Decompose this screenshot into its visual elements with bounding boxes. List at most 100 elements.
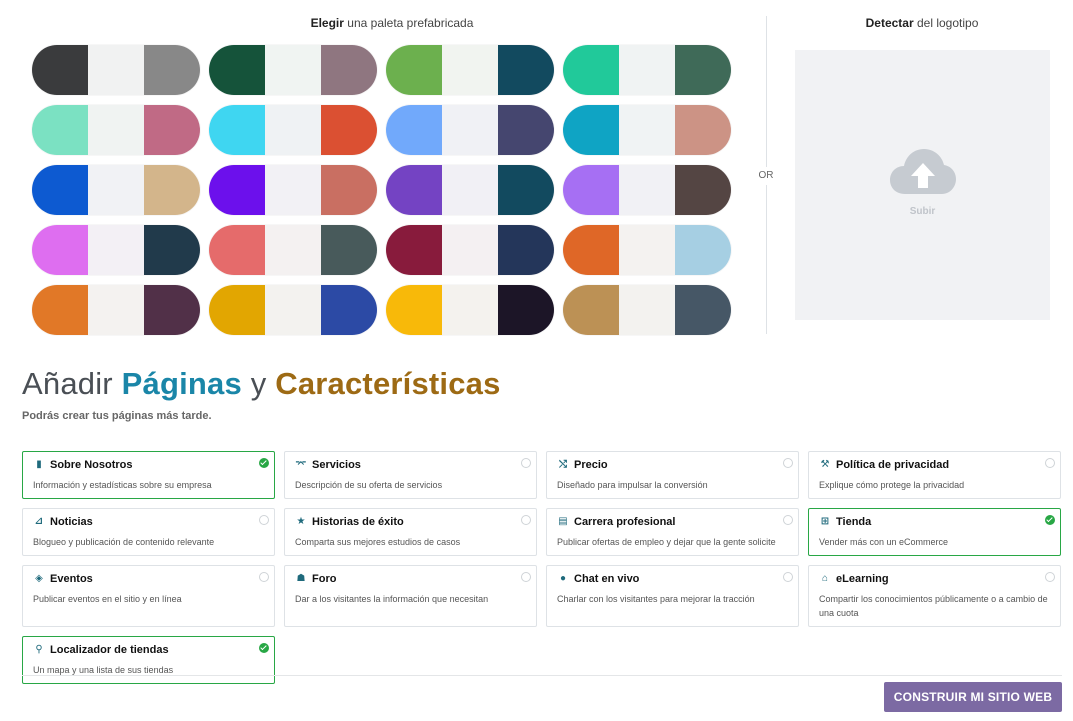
palette-option[interactable] xyxy=(386,285,554,335)
feature-card[interactable]: ● Chat en vivo Charlar con los visitantes … xyxy=(546,565,799,627)
feature-card-description: Charlar con los visitantes para mejorar … xyxy=(557,594,755,604)
feature-card-header: ● Chat en vivo xyxy=(557,572,788,586)
logo-upload-dropzone[interactable]: Subir xyxy=(795,50,1050,320)
build-website-button[interactable]: CONSTRUIR MI SITIO WEB xyxy=(884,682,1062,712)
feature-card[interactable]: ⚒ Política de privacidad Explique cómo pro… xyxy=(808,451,1061,499)
palette-option[interactable] xyxy=(209,165,377,215)
feature-card[interactable]: ⌤ Servicios Descripción de su oferta de se… xyxy=(284,451,537,499)
palette-swatch xyxy=(144,105,200,155)
map-marker-icon: ⚲ xyxy=(35,644,43,655)
circle-icon xyxy=(259,515,269,525)
feature-card-description: Comparta sus mejores estudios de casos xyxy=(295,537,461,547)
palette-option[interactable] xyxy=(386,105,554,155)
palette-option[interactable] xyxy=(209,45,377,95)
palette-swatch xyxy=(563,165,619,215)
circle-icon xyxy=(783,515,793,525)
palette-option[interactable] xyxy=(32,225,200,275)
palette-swatch xyxy=(209,225,265,275)
logo-section-title: Detectar del logotipo xyxy=(785,16,1059,30)
feature-card[interactable]: ⚲ Localizador de tiendas Un mapa y una lis… xyxy=(22,636,275,684)
palette-option[interactable] xyxy=(386,165,554,215)
features-title: Añadir Páginas y Características xyxy=(22,366,501,402)
palette-option[interactable] xyxy=(32,45,200,95)
shopping-cart-icon: ⊞ xyxy=(820,516,830,527)
feature-card-header: ▮ Sobre Nosotros xyxy=(33,458,264,472)
palette-swatch xyxy=(619,285,675,335)
palette-swatch xyxy=(442,105,498,155)
feature-card-title: Historias de éxito xyxy=(312,516,404,528)
feature-card[interactable]: ▮ Sobre Nosotros Información y estadística… xyxy=(22,451,275,499)
circle-icon xyxy=(521,572,531,582)
graduation-cap-icon: ⌂ xyxy=(821,573,829,584)
feature-card[interactable]: ⤭ Precio Diseñado para impulsar la convers… xyxy=(546,451,799,499)
feature-card-description: Compartir los conocimientos públicamente… xyxy=(819,594,1048,618)
feature-card-header: ☗ Foro xyxy=(295,572,526,586)
features-title-pages: Páginas xyxy=(121,366,242,401)
palette-swatch xyxy=(144,285,200,335)
feature-card-header: ★ Historias de éxito xyxy=(295,515,526,529)
palette-section-title: Elegir una paleta prefabricada xyxy=(22,16,762,30)
palette-swatch xyxy=(386,105,442,155)
feature-card[interactable]: ⊿ Noticias Blogueo y publicación de conten… xyxy=(22,508,275,556)
feature-card-header: ▤ Carrera profesional xyxy=(557,515,788,529)
palette-option[interactable] xyxy=(386,45,554,95)
feature-card-title: Política de privacidad xyxy=(836,459,950,471)
feature-card-title: Localizador de tiendas xyxy=(50,644,169,656)
palette-option[interactable] xyxy=(563,105,731,155)
circle-icon xyxy=(1045,458,1055,468)
palette-swatch xyxy=(321,45,377,95)
palette-swatch xyxy=(144,165,200,215)
gavel-icon: ⚒ xyxy=(820,459,830,470)
palette-swatch xyxy=(675,105,731,155)
palette-swatch xyxy=(88,45,144,95)
feature-card-description: Explique cómo protege la privacidad xyxy=(819,480,965,490)
palette-swatch xyxy=(498,285,554,335)
feature-card-header: ⊿ Noticias xyxy=(33,515,264,529)
feature-card-description: Blogueo y publicación de contenido relev… xyxy=(33,537,215,547)
palette-option[interactable] xyxy=(32,285,200,335)
check-circle-icon xyxy=(259,458,269,468)
palette-swatch xyxy=(675,225,731,275)
palette-swatch xyxy=(209,45,265,95)
palette-option[interactable] xyxy=(209,105,377,155)
palette-option[interactable] xyxy=(209,225,377,275)
palette-option[interactable] xyxy=(563,45,731,95)
cloud-upload-icon xyxy=(889,148,956,194)
feature-card-title: Tienda xyxy=(836,516,872,528)
palette-swatch xyxy=(563,45,619,95)
palette-option[interactable] xyxy=(386,225,554,275)
feature-card[interactable]: ◈ Eventos Publicar eventos en el sitio y e… xyxy=(22,565,275,627)
feature-card-description: Descripción de su oferta de servicios xyxy=(295,480,443,490)
palette-option[interactable] xyxy=(563,225,731,275)
palette-swatch xyxy=(619,45,675,95)
palette-swatch xyxy=(88,105,144,155)
palette-option[interactable] xyxy=(32,165,200,215)
palette-option[interactable] xyxy=(209,285,377,335)
feature-card-title: Servicios xyxy=(312,459,361,471)
feature-card[interactable]: ☗ Foro Dar a los visitantes la información… xyxy=(284,565,537,627)
circle-icon xyxy=(521,515,531,525)
palette-option[interactable] xyxy=(563,165,731,215)
palette-swatch xyxy=(88,165,144,215)
random-icon: ⤭ xyxy=(559,459,567,470)
palette-option[interactable] xyxy=(563,285,731,335)
palette-option[interactable] xyxy=(32,105,200,155)
feature-card[interactable]: ▤ Carrera profesional Publicar ofertas de … xyxy=(546,508,799,556)
palette-swatch xyxy=(442,45,498,95)
palette-swatch xyxy=(32,45,88,95)
building-icon: ▮ xyxy=(36,459,42,470)
feature-card[interactable]: ⌂ eLearning Compartir los conocimientos pú… xyxy=(808,565,1061,627)
palette-swatch xyxy=(209,285,265,335)
rss-icon: ⊿ xyxy=(34,516,44,527)
palette-swatch xyxy=(386,165,442,215)
star-icon: ★ xyxy=(296,516,306,527)
feature-card[interactable]: ⊞ Tienda Vender más con un eCommerce xyxy=(808,508,1061,556)
palette-title-bold: Elegir xyxy=(310,16,344,30)
palette-swatch xyxy=(386,285,442,335)
feature-card[interactable]: ★ Historias de éxito Comparta sus mejores … xyxy=(284,508,537,556)
palette-title-rest: una paleta prefabricada xyxy=(343,16,474,30)
palette-swatch xyxy=(442,285,498,335)
circle-icon xyxy=(1045,572,1055,582)
circle-icon xyxy=(783,572,793,582)
palette-swatch xyxy=(265,45,321,95)
